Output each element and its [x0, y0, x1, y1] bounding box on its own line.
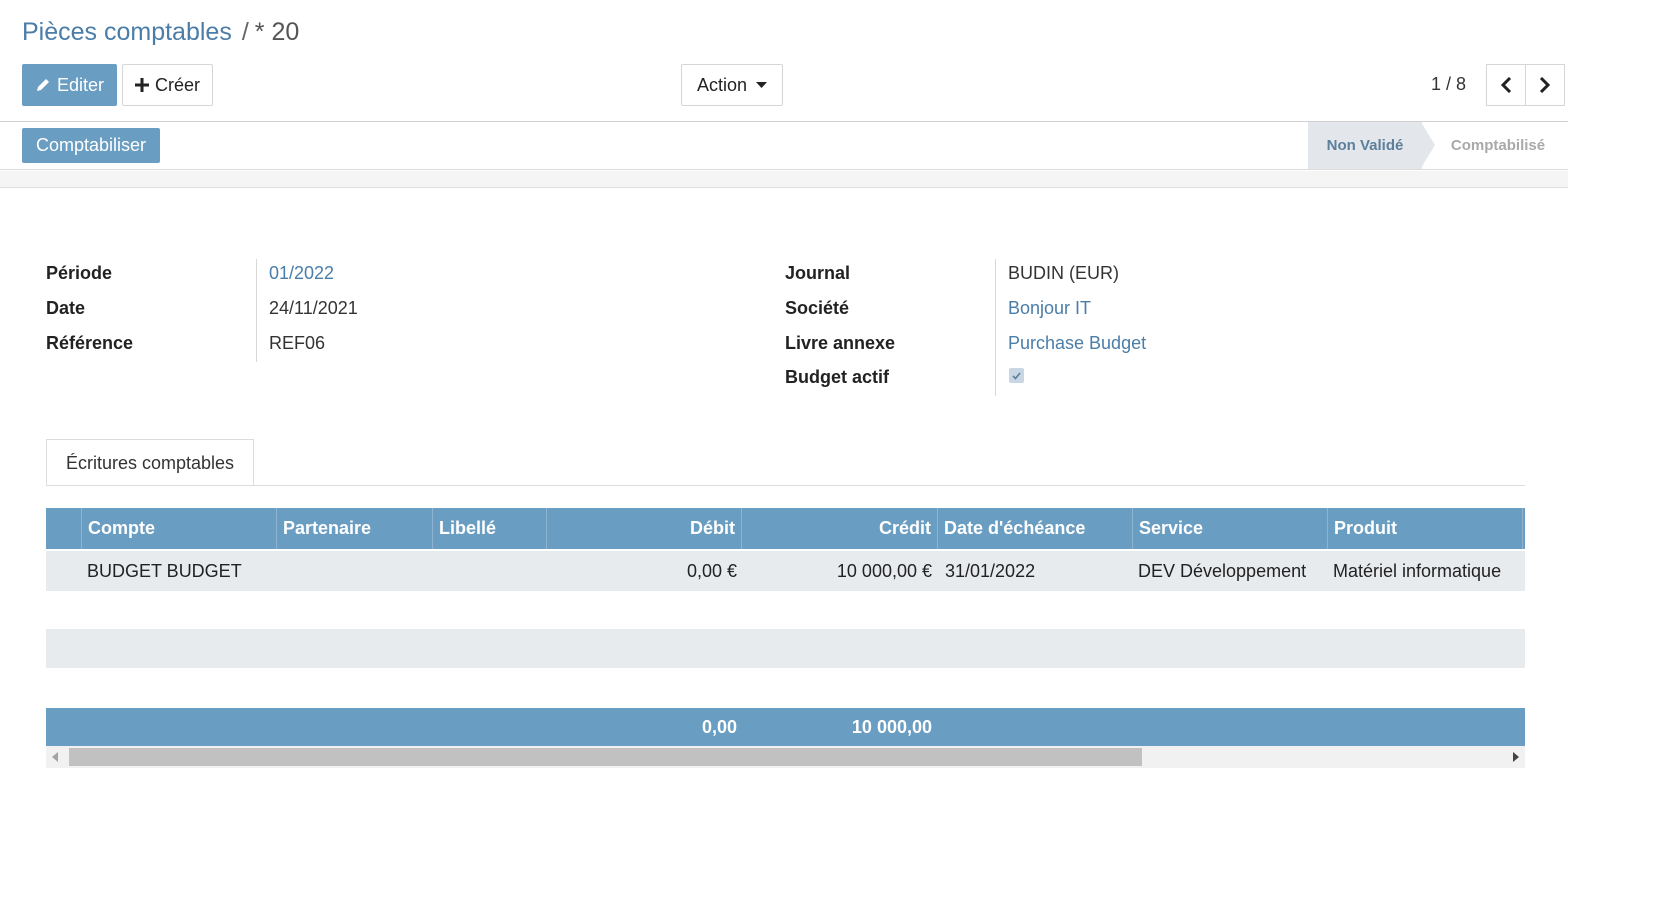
- create-button-label: Créer: [154, 74, 200, 95]
- date-label: Date: [46, 298, 86, 318]
- cell-product: Matériel informatique: [1333, 560, 1502, 581]
- table-row[interactable]: BUDGET BUDGET 0,00 € 10 000,00 € 31/01/2…: [46, 551, 1525, 591]
- subledger-value[interactable]: Purchase Budget: [1008, 333, 1146, 354]
- scrollbar-thumb[interactable]: [69, 748, 1142, 766]
- table-header: Compte Partenaire Libellé Débit Crédit D…: [46, 508, 1525, 549]
- check-icon: [1012, 371, 1021, 380]
- cell-partner: [276, 551, 432, 591]
- column-header[interactable]: Libellé: [433, 508, 547, 549]
- journal-label: Journal: [785, 263, 851, 283]
- pager-value[interactable]: 1 / 8: [1431, 74, 1466, 95]
- cell-label: [432, 551, 546, 591]
- cell-credit: 10 000,00 €: [836, 560, 932, 581]
- field-divider: [995, 259, 996, 396]
- column-header[interactable]: Service: [1133, 508, 1328, 549]
- scroll-right-arrow-icon[interactable]: [1512, 752, 1519, 762]
- cell-debit: 0,00 €: [686, 560, 737, 581]
- caret-down-icon: [756, 82, 768, 88]
- column-header[interactable]: Débit: [547, 508, 742, 549]
- chevron-left-icon: [1500, 77, 1512, 93]
- tab-journal-items[interactable]: Écritures comptables: [46, 439, 254, 486]
- company-label: Société: [785, 298, 850, 318]
- create-button[interactable]: Créer: [122, 64, 213, 106]
- cell-due-date: 31/01/2022: [945, 560, 1036, 581]
- period-label: Période: [46, 263, 113, 283]
- total-credit: 10 000,00: [851, 716, 932, 737]
- stage-draft[interactable]: Non Validé: [1308, 122, 1422, 169]
- tab-bar-line: [46, 485, 1525, 486]
- field-divider: [256, 259, 257, 362]
- breadcrumb-current: * 20: [254, 18, 300, 46]
- action-dropdown[interactable]: Action: [681, 64, 783, 106]
- column-header[interactable]: Date d'échéance: [938, 508, 1133, 549]
- subledger-label: Livre annexe: [785, 333, 896, 353]
- chevron-right-icon: [1539, 77, 1551, 93]
- next-record-button[interactable]: [1525, 64, 1565, 106]
- stage-posted[interactable]: Comptabilisé: [1436, 122, 1560, 169]
- table-footer-totals: 0,00 10 000,00: [46, 708, 1525, 746]
- table-row-empty: [46, 629, 1525, 668]
- column-header[interactable]: Produit: [1328, 508, 1523, 549]
- plus-icon: [134, 78, 149, 92]
- sheet-header-band: [0, 171, 1568, 188]
- pencil-icon: [35, 77, 51, 93]
- breadcrumb-parent-link[interactable]: Pièces comptables: [22, 18, 232, 46]
- edit-button-label: Editer: [56, 74, 105, 95]
- stage-arrow: [1421, 122, 1435, 168]
- reference-value: REF06: [269, 333, 326, 353]
- column-header[interactable]: Crédit: [742, 508, 938, 549]
- cell-service: DEV Développement: [1138, 560, 1307, 581]
- reference-label: Référence: [46, 333, 134, 353]
- breadcrumb-separator: /: [241, 18, 249, 46]
- previous-record-button[interactable]: [1486, 64, 1526, 106]
- post-button[interactable]: Comptabiliser: [22, 128, 161, 163]
- column-header[interactable]: Partenaire: [277, 508, 433, 549]
- scroll-left-arrow-icon[interactable]: [52, 752, 59, 762]
- journal-value: BUDIN (EUR): [1008, 263, 1119, 283]
- total-debit: 0,00: [701, 716, 737, 737]
- column-header[interactable]: Compte: [82, 508, 277, 549]
- breadcrumb: Pièces comptables / * 20: [22, 18, 299, 47]
- budget-active-label: Budget actif: [785, 367, 890, 387]
- date-value: 24/11/2021: [269, 298, 358, 318]
- horizontal-scrollbar[interactable]: [46, 746, 1525, 768]
- action-dropdown-label: Action: [696, 74, 748, 95]
- row-selector-header[interactable]: [46, 508, 82, 549]
- cell-account: BUDGET BUDGET: [87, 560, 242, 581]
- company-value[interactable]: Bonjour IT: [1008, 298, 1091, 319]
- edit-button[interactable]: Editer: [22, 64, 117, 106]
- budget-active-checkbox[interactable]: [1009, 368, 1024, 383]
- period-value[interactable]: 01/2022: [269, 263, 334, 284]
